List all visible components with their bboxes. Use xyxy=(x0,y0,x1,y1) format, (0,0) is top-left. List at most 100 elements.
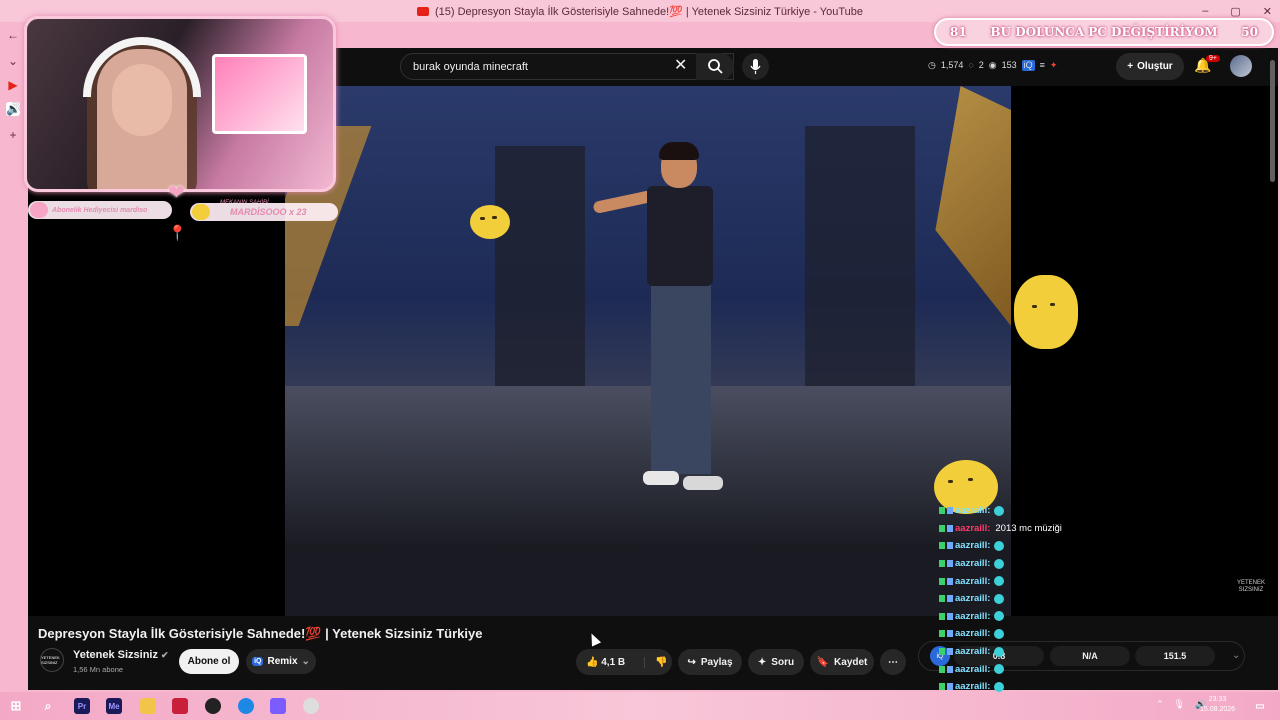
emote-sticker xyxy=(1014,275,1078,349)
scrollbar[interactable] xyxy=(1270,60,1275,182)
youtube-icon xyxy=(416,6,429,16)
badge-icon xyxy=(939,648,945,656)
badge-icon xyxy=(939,595,945,603)
clear-icon[interactable]: ✕ xyxy=(674,57,687,75)
notifications-icon[interactable]: ▭ xyxy=(1252,698,1268,714)
search-icon[interactable]: ⌕ xyxy=(40,698,56,714)
maximize-button[interactable]: ▢ xyxy=(1230,5,1240,18)
browser-sidebar: ← ⌄ ▶ 🔊 + xyxy=(0,22,26,690)
dislike-button[interactable]: 👎 xyxy=(644,656,668,668)
add-tab-icon[interactable]: + xyxy=(6,128,20,142)
emote-icon xyxy=(994,540,1005,551)
ask-button[interactable]: ✦ Soru xyxy=(748,649,804,675)
stat-time: 1,574 xyxy=(940,60,964,70)
sparkle-icon: ✦ xyxy=(757,656,767,668)
bookmark-icon: 🔖 xyxy=(816,656,830,668)
chevron-down-icon[interactable]: ⌄ xyxy=(6,54,20,68)
performer-hair xyxy=(659,142,699,160)
app-icon[interactable] xyxy=(172,698,188,714)
extension-icon[interactable]: iQ xyxy=(1021,60,1035,71)
sub-gifter-text: Abonelik Hediyecisi mardiso xyxy=(52,206,148,214)
remix-label: Remix xyxy=(267,656,298,667)
stat-comments: 2 xyxy=(978,60,984,70)
performer-arm xyxy=(592,189,654,215)
badge-icon xyxy=(947,665,953,673)
account-avatar[interactable] xyxy=(1230,55,1252,77)
chat-username: aazraill: xyxy=(955,663,991,675)
pin-extension-icon[interactable]: ✦ xyxy=(1050,60,1058,71)
microphone-icon[interactable]: 🎙 xyxy=(1174,699,1185,710)
badge-icon xyxy=(947,542,953,550)
obs-icon[interactable] xyxy=(205,698,221,714)
emote-icon xyxy=(994,593,1005,604)
chevron-down-icon[interactable]: ⌄ xyxy=(1232,650,1240,661)
plus-icon: + xyxy=(1127,61,1134,72)
ask-label: Soru xyxy=(771,656,795,668)
voice-search-button[interactable] xyxy=(742,53,769,80)
heart-badge-icon xyxy=(30,202,48,218)
thumbs-up-icon: 👍 xyxy=(586,656,599,668)
app-icon[interactable] xyxy=(270,698,286,714)
badge-icon xyxy=(947,524,953,532)
headset xyxy=(83,37,201,97)
file-explorer-icon[interactable] xyxy=(140,698,156,714)
list-icon[interactable]: ≡ xyxy=(1040,60,1045,71)
taskbar-clock[interactable]: 23:33 15.08.2026 xyxy=(1200,695,1235,715)
channel-avatar-text: YETENEK SIZSINIZ xyxy=(41,655,60,665)
webcam-overlay xyxy=(24,16,336,192)
badge-icon xyxy=(947,507,953,515)
search-button[interactable] xyxy=(696,53,734,80)
remix-icon: iQ xyxy=(252,657,264,666)
channel-avatar[interactable]: YETENEK SIZSINIZ xyxy=(40,648,64,672)
stage-backdrop-tower xyxy=(805,126,915,396)
create-button[interactable]: + Oluştur xyxy=(1116,53,1184,80)
stat-views: 153 xyxy=(1001,60,1017,70)
heart-icon: ❤ xyxy=(168,182,185,204)
media-encoder-label: Me xyxy=(108,701,120,711)
badge-icon xyxy=(939,630,945,638)
minimize-button[interactable]: – xyxy=(1202,5,1208,17)
chat-username: aazraill: xyxy=(955,505,991,517)
badge-icon xyxy=(939,683,945,691)
emote-icon xyxy=(994,611,1005,622)
chat-message: aazraill: 2013 mc müziği xyxy=(939,520,1099,538)
emote-icon xyxy=(994,681,1005,692)
share-button[interactable]: ↪ Paylaş xyxy=(678,649,742,675)
subscribe-button[interactable]: Abone ol xyxy=(179,649,239,674)
channel-name-text: Yetenek Sizsiniz xyxy=(73,649,158,661)
channel-name[interactable]: Yetenek Sizsiniz ✔ xyxy=(73,649,169,661)
badge-icon xyxy=(939,577,945,585)
more-actions-button[interactable]: ⋯ xyxy=(880,649,906,675)
window-title: (15) Depresyon Stayla İlk Gösterisiyle S… xyxy=(434,5,864,18)
channel-watermark: YETENEK SIZSINIZ xyxy=(1236,580,1265,593)
emote-icon xyxy=(994,646,1005,657)
background-monitor xyxy=(212,54,307,134)
back-icon[interactable]: ← xyxy=(6,28,20,42)
edge-icon[interactable] xyxy=(238,698,254,714)
comment-icon: ◌ xyxy=(968,60,974,70)
like-button[interactable]: 👍 4,1 B xyxy=(586,657,625,668)
media-encoder-icon[interactable]: Me xyxy=(106,698,122,714)
save-button[interactable]: 🔖 Kaydet xyxy=(810,649,874,675)
stat-value-c: 151.5 xyxy=(1135,646,1215,666)
location-pin-icon: 📍 xyxy=(168,225,187,242)
audio-icon[interactable]: 🔊 xyxy=(6,102,21,116)
system-tray: ⌃ 🎙 🔊 xyxy=(1156,699,1206,710)
performer-shirt xyxy=(647,186,713,286)
app-icon[interactable] xyxy=(303,698,319,714)
chat-message: aazraill: xyxy=(939,590,1099,608)
youtube-tab-icon[interactable]: ▶ xyxy=(6,78,20,92)
emote-icon xyxy=(994,558,1005,569)
share-icon: ↪ xyxy=(687,656,696,668)
close-button[interactable]: ✕ xyxy=(1263,5,1272,18)
performer-shoe xyxy=(683,476,723,490)
chat-username: aazraill: xyxy=(955,558,991,570)
remix-button[interactable]: iQ Remix ⌄ xyxy=(246,649,316,674)
chevron-up-icon[interactable]: ⌃ xyxy=(1156,699,1164,710)
notification-badge: 9+ xyxy=(1206,55,1220,62)
chat-text: 2013 mc müziği xyxy=(995,522,1062,534)
badge-icon xyxy=(947,630,953,638)
premiere-icon[interactable]: Pr xyxy=(74,698,90,714)
badge-icon xyxy=(939,560,945,568)
windows-start-icon[interactable]: ⊞ xyxy=(8,698,24,714)
